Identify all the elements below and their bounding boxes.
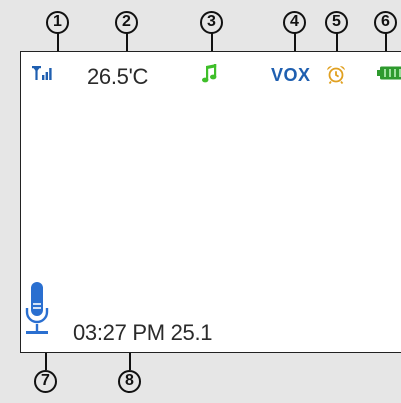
callout-1-leader [57, 33, 59, 51]
battery-full-icon [377, 66, 401, 80]
microphone-icon [25, 282, 49, 334]
callout-4-leader [294, 33, 296, 51]
time-date-readout: 03:27 PM 25.1 [73, 320, 213, 345]
callout-8: 8 [118, 370, 141, 393]
callout-4: 4 [283, 11, 306, 34]
callout-5-leader [336, 33, 338, 51]
callout-5: 5 [325, 11, 348, 34]
callout-3: 3 [200, 11, 223, 34]
callout-6-leader [385, 33, 387, 51]
temperature-readout: 26.5'C [87, 64, 149, 89]
callout-3-leader [211, 33, 213, 51]
alarm-clock-icon [327, 66, 345, 84]
callout-8-leader [129, 352, 131, 370]
callout-7: 7 [34, 370, 57, 393]
callout-1: 1 [46, 11, 69, 34]
callout-7-leader [45, 352, 47, 370]
callout-2: 2 [115, 11, 138, 34]
callout-2-leader [126, 33, 128, 51]
signal-strength-icon [32, 66, 52, 80]
vox-indicator: VOX [271, 65, 311, 85]
callout-6: 6 [374, 11, 397, 34]
device-screen: 26.5'C VOX 03:27 PM 25.1 [20, 51, 401, 353]
music-note-icon [202, 64, 217, 83]
